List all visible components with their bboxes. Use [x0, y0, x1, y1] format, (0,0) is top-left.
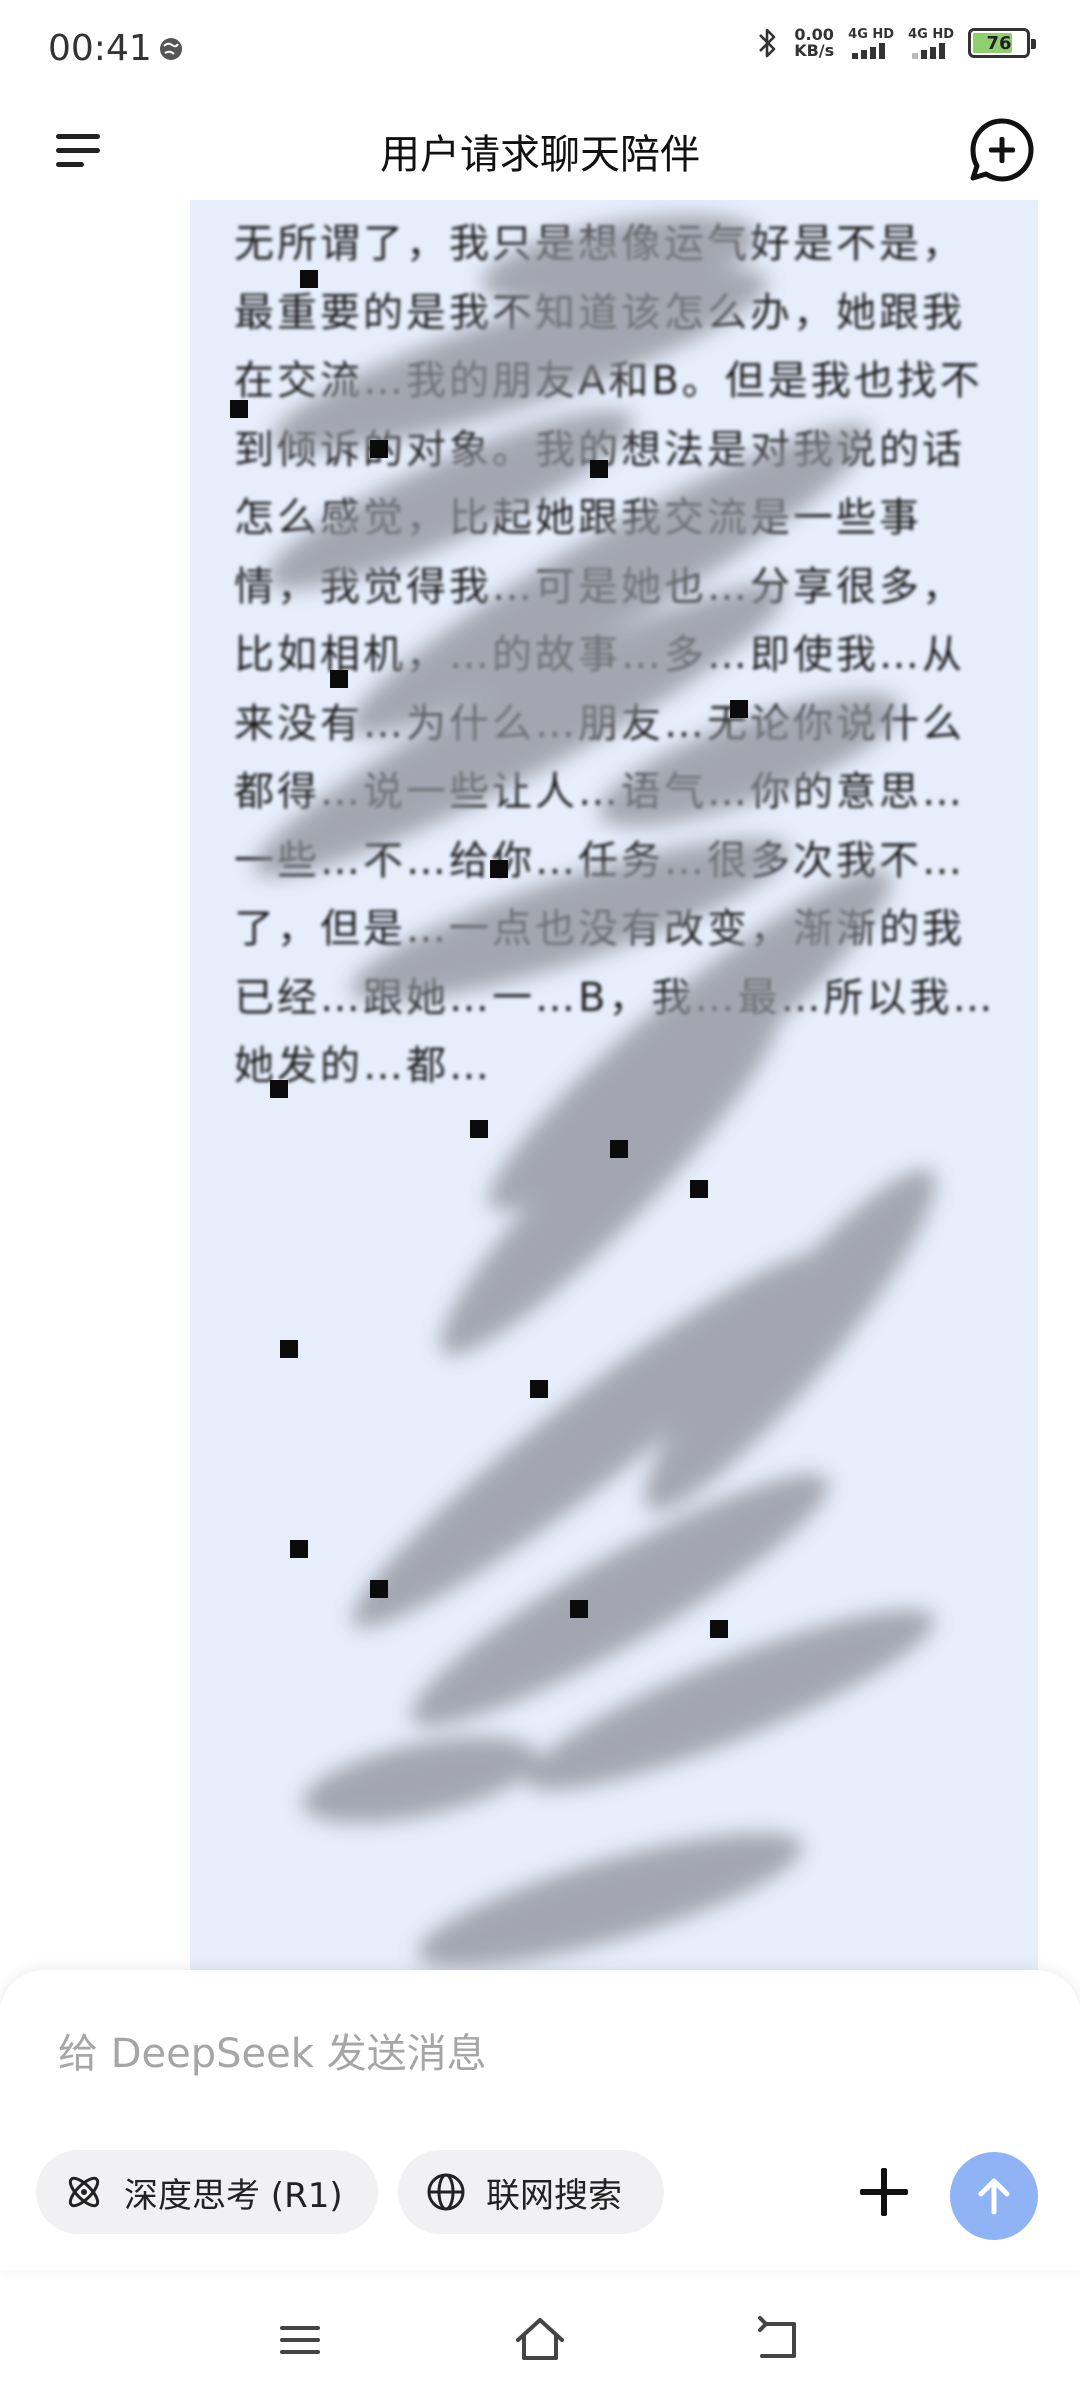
app-header: 用户请求聊天陪伴 — [0, 100, 1080, 200]
web-search-label: 联网搜索 — [486, 2175, 622, 2216]
web-search-toggle[interactable]: 联网搜索 — [398, 2150, 664, 2234]
network-speed-unit: KB/s — [794, 41, 835, 60]
sim2-signal: 4G HD — [908, 28, 954, 59]
composer: 深度思考 (R1) 联网搜索 — [0, 1970, 1080, 2270]
battery-level: 76 — [986, 32, 1012, 54]
back-icon[interactable] — [750, 2310, 810, 2370]
status-time: 00:41 — [48, 28, 152, 69]
sim2-label: 4G HD — [908, 26, 954, 42]
deep-think-label: 深度思考 (R1) — [124, 2175, 343, 2216]
arrow-up-icon — [978, 2178, 1010, 2215]
sim1-label: 4G HD — [848, 26, 895, 42]
globe-status-icon — [160, 38, 182, 60]
signal-bars-icon — [852, 42, 886, 59]
user-message-bubble[interactable]: 无所谓了，我只是想像运气好是不是，最重要的是我不知道该怎么办，她跟我在交流…我的… — [190, 200, 1038, 1980]
deep-think-toggle[interactable]: 深度思考 (R1) — [36, 2150, 378, 2234]
chat-title: 用户请求聊天陪伴 — [380, 132, 700, 178]
message-area[interactable]: 无所谓了，我只是想像运气好是不是，最重要的是我不知道该怎么办，她跟我在交流…我的… — [0, 200, 1080, 1980]
status-indicators: 0.00 KB/s 4G HD 4G HD 76 — [754, 26, 1036, 60]
send-button[interactable] — [950, 2152, 1038, 2240]
sim1-signal: 4G HD — [848, 28, 894, 59]
home-icon[interactable] — [510, 2310, 570, 2370]
battery-indicator: 76 — [968, 28, 1036, 58]
message-input[interactable] — [56, 2030, 920, 2078]
user-message-text: 无所谓了，我只是想像运气好是不是，最重要的是我不知道该怎么办，她跟我在交流…我的… — [234, 221, 996, 1089]
menu-icon[interactable] — [48, 122, 108, 178]
new-chat-icon[interactable] — [964, 112, 1040, 188]
network-speed: 0.00 KB/s — [794, 27, 834, 59]
plus-icon[interactable] — [852, 2160, 916, 2224]
globe-icon — [427, 2173, 465, 2211]
signal-bars-icon — [912, 42, 946, 59]
status-bar: 00:41 0.00 KB/s 4G HD 4G HD 76 — [0, 0, 1080, 100]
atom-icon — [68, 2176, 100, 2208]
system-navigation-bar — [0, 2290, 1080, 2400]
recents-icon[interactable] — [270, 2310, 330, 2370]
bluetooth-icon — [759, 28, 776, 58]
